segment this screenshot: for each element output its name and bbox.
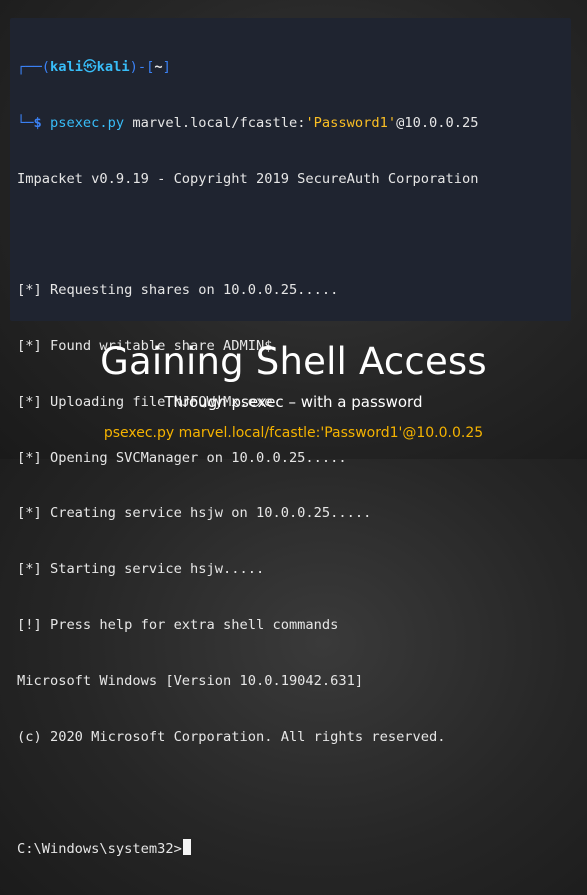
terminal-output: ┌──(kali㉿kali)-[~] └─$ psexec.py marvel.…: [17, 21, 479, 895]
command-arg-password: 'Password1': [305, 114, 397, 131]
output-line: (c) 2020 Microsoft Corporation. All righ…: [17, 728, 446, 745]
terminal-window[interactable]: ┌──(kali㉿kali)-[~] └─$ psexec.py marvel.…: [10, 18, 571, 857]
command-arg-suffix: @10.0.0.25: [396, 114, 479, 131]
output-line: [*] Starting service hsjw.....: [17, 561, 265, 578]
prompt-host: kali: [96, 59, 130, 76]
prompt-dollar: $: [33, 114, 50, 131]
prompt-mid: )-[: [129, 59, 155, 76]
prompt-at-icon: ㉿: [82, 59, 97, 76]
output-line: [*] Opening SVCManager on 10.0.0.25.....: [17, 449, 347, 466]
command-arg-prefix: marvel.local/fcastle:: [124, 114, 306, 131]
shell-prompt: C:\Windows\system32>: [17, 841, 182, 858]
command-line: └─$ psexec.py marvel.local/fcastle:'Pass…: [17, 114, 479, 133]
prompt-header-line: ┌──(kali㉿kali)-[~]: [17, 58, 479, 77]
output-line: Impacket v0.9.19 - Copyright 2019 Secure…: [17, 170, 479, 187]
slide-title: Gaining Shell Access: [100, 340, 487, 383]
command-caption: psexec.py marvel.local/fcastle:'Password…: [103, 425, 484, 441]
output-line: [*] Creating service hsjw on 10.0.0.25..…: [17, 505, 372, 522]
prompt-corner-top: ┌──(: [17, 59, 50, 76]
slide-subtitle: Through psexec – with a password: [164, 393, 423, 411]
command-name: psexec.py: [49, 114, 125, 131]
output-line: Microsoft Windows [Version 10.0.19042.63…: [17, 672, 364, 689]
text-cursor: [182, 839, 191, 856]
output-line: [!] Press help for extra shell commands: [17, 617, 339, 633]
shell-prompt-line[interactable]: C:\Windows\system32>: [17, 839, 479, 858]
output-line: [*] Requesting shares on 10.0.0.25.....: [17, 282, 339, 299]
prompt-corner-bottom: └─: [17, 114, 34, 131]
prompt-cwd: ~: [154, 59, 163, 76]
prompt-end: ]: [162, 59, 171, 76]
prompt-user: kali: [49, 59, 83, 76]
